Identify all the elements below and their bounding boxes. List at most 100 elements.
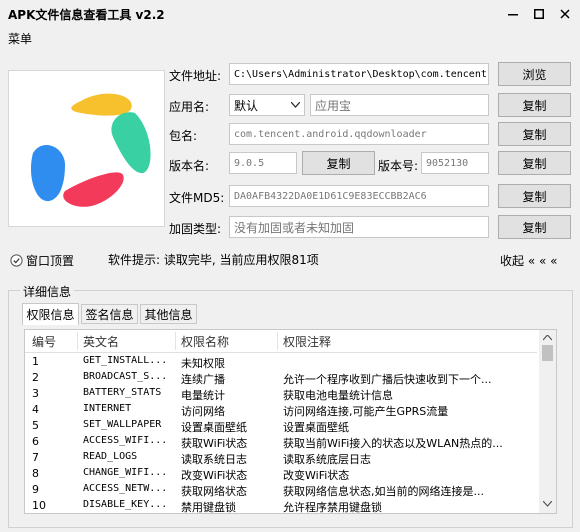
cell-english-name: DISABLE_KEY... bbox=[83, 499, 168, 510]
cell-note: 访问网络连接,可能产生GPRS流量 bbox=[283, 405, 449, 418]
cell-english-name: SET_WALLPAPER bbox=[83, 419, 162, 430]
table-row[interactable]: 4 INTERNET 访问网络 访问网络连接,可能产生GPRS流量 bbox=[25, 402, 537, 418]
browse-button[interactable]: 浏览 bbox=[498, 62, 571, 86]
file-path-label: 文件地址: bbox=[169, 69, 222, 83]
md5-field[interactable]: DA0AFB4322DA0E1D61C9E83ECCBB2AC6 bbox=[229, 185, 489, 207]
cell-id: 4 bbox=[32, 403, 39, 416]
protect-type-label: 加固类型: bbox=[169, 222, 222, 236]
cell-english-name: ACCESS_WIFI... bbox=[83, 435, 168, 446]
cell-note: 允许一个程序收到广播后快速收到下一个... bbox=[283, 373, 492, 386]
scroll-thumb[interactable] bbox=[542, 345, 553, 361]
table-row[interactable]: 7 READ_LOGS 读取系统日志 读取系统底层日志 bbox=[25, 450, 537, 466]
md5-label: 文件MD5: bbox=[169, 191, 225, 205]
cell-english-name: CHANGE_WIFI... bbox=[83, 467, 168, 478]
copy-version-name-button[interactable]: 复制 bbox=[302, 151, 375, 175]
close-button[interactable] bbox=[550, 2, 580, 26]
cell-permission-name: 连续广播 bbox=[181, 373, 225, 386]
version-name-field[interactable]: 9.0.5 bbox=[229, 152, 297, 174]
cell-note: 允许程序禁用键盘锁 bbox=[283, 501, 382, 514]
column-header-id[interactable]: 编号 bbox=[32, 333, 56, 350]
cell-english-name: INTERNET bbox=[83, 403, 132, 414]
copy-protect-button[interactable]: 复制 bbox=[498, 215, 571, 239]
table-row[interactable]: 2 BROADCAST_S... 连续广播 允许一个程序收到广播后快速收到下一个... bbox=[25, 370, 537, 386]
app-icon-frame bbox=[8, 70, 165, 227]
tab-signature[interactable]: 签名信息 bbox=[81, 304, 138, 324]
version-code-field[interactable]: 9052130 bbox=[421, 152, 489, 174]
app-name-label: 应用名: bbox=[169, 100, 210, 114]
cell-permission-name: 读取系统日志 bbox=[181, 453, 247, 466]
cell-id: 6 bbox=[32, 435, 39, 448]
permissions-table: 编号 英文名 权限名称 权限注释 1 GET_INSTALL... 未知权限 2 BRO… bbox=[24, 329, 557, 514]
cell-english-name: READ_LOGS bbox=[83, 451, 138, 462]
table-row[interactable]: 6 ACCESS_WIFI... 获取WiFi状态 获取当前WiFi接入的状态以及WL… bbox=[25, 434, 537, 450]
table-row[interactable]: 8 CHANGE_WIFI... 改变WiFi状态 改变WiFi状态 bbox=[25, 466, 537, 482]
cell-note: 获取当前WiFi接入的状态以及WLAN热点的... bbox=[283, 437, 503, 450]
cell-permission-name: 电量统计 bbox=[181, 389, 225, 402]
cell-english-name: BROADCAST_S... bbox=[83, 371, 168, 382]
cell-english-name: ACCESS_NETW... bbox=[83, 483, 168, 494]
cell-id: 10 bbox=[32, 499, 46, 512]
version-code-label: 版本号: bbox=[378, 159, 419, 173]
chevron-down-icon bbox=[291, 102, 300, 108]
cell-note: 设置桌面壁纸 bbox=[283, 421, 349, 434]
file-path-field[interactable]: C:\Users\Administrator\Desktop\com.tence… bbox=[229, 63, 489, 85]
status-hint: 软件提示: 读取完毕, 当前应用权限81项 bbox=[106, 249, 492, 269]
app-name-field[interactable]: 应用宝 bbox=[310, 94, 489, 116]
scroll-up-icon[interactable] bbox=[543, 335, 552, 341]
table-row[interactable]: 3 BATTERY_STATS 电量统计 获取电池电量统计信息 bbox=[25, 386, 537, 402]
cell-note: 改变WiFi状态 bbox=[283, 469, 350, 482]
table-row[interactable]: 9 ACCESS_NETW... 获取网络状态 获取网络信息状态,如当前的网络连接是.… bbox=[25, 482, 537, 498]
tab-permissions[interactable]: 权限信息 bbox=[22, 303, 79, 325]
cell-permission-name: 改变WiFi状态 bbox=[181, 469, 248, 482]
cell-note: 获取网络信息状态,如当前的网络连接是... bbox=[283, 485, 484, 498]
cell-note: 获取电池电量统计信息 bbox=[283, 389, 393, 402]
scroll-down-icon[interactable] bbox=[543, 501, 552, 507]
cell-permission-name: 设置桌面壁纸 bbox=[181, 421, 247, 434]
tab-other[interactable]: 其他信息 bbox=[140, 304, 197, 324]
copy-package-button[interactable]: 复制 bbox=[498, 122, 571, 146]
language-select-value: 默认 bbox=[234, 98, 259, 113]
cell-id: 1 bbox=[32, 355, 39, 368]
close-icon bbox=[560, 9, 570, 19]
cell-id: 2 bbox=[32, 371, 39, 384]
minimize-icon bbox=[508, 14, 518, 16]
cell-english-name: GET_INSTALL... bbox=[83, 355, 168, 366]
package-label: 包名: bbox=[169, 129, 198, 143]
cell-permission-name: 禁用键盘锁 bbox=[181, 501, 236, 514]
cell-permission-name: 获取网络状态 bbox=[181, 485, 247, 498]
cell-permission-name: 获取WiFi状态 bbox=[181, 437, 248, 450]
table-row[interactable]: 1 GET_INSTALL... 未知权限 bbox=[25, 354, 537, 370]
column-header-permission[interactable]: 权限名称 bbox=[181, 333, 229, 350]
pin-window-checkbox[interactable]: 窗口顶置 bbox=[10, 252, 74, 269]
cell-id: 8 bbox=[32, 467, 39, 480]
cell-id: 9 bbox=[32, 483, 39, 496]
column-header-note[interactable]: 权限注释 bbox=[283, 333, 331, 350]
cell-id: 5 bbox=[32, 419, 39, 432]
maximize-icon bbox=[534, 9, 544, 19]
table-row[interactable]: 5 SET_WALLPAPER 设置桌面壁纸 设置桌面壁纸 bbox=[25, 418, 537, 434]
details-group-label: 详细信息 bbox=[20, 283, 75, 300]
table-scrollbar[interactable] bbox=[539, 330, 556, 513]
pin-window-label: 窗口顶置 bbox=[26, 254, 75, 268]
window-title: APK文件信息查看工具 v2.2 bbox=[8, 8, 165, 22]
copy-version-code-button[interactable]: 复制 bbox=[498, 151, 571, 175]
table-header: 编号 英文名 权限名称 权限注释 bbox=[25, 330, 537, 353]
cell-note: 读取系统底层日志 bbox=[283, 453, 371, 466]
cell-id: 7 bbox=[32, 451, 39, 464]
cell-permission-name: 未知权限 bbox=[181, 357, 225, 370]
protect-type-field[interactable]: 没有加固或者未知加固 bbox=[229, 216, 489, 238]
column-header-name[interactable]: 英文名 bbox=[83, 333, 119, 350]
collapse-link[interactable]: 收起 « « « bbox=[500, 252, 557, 269]
language-select[interactable]: 默认 bbox=[229, 94, 305, 116]
copy-app-name-button[interactable]: 复制 bbox=[498, 93, 571, 117]
cell-english-name: BATTERY_STATS bbox=[83, 387, 162, 398]
cell-id: 3 bbox=[32, 387, 39, 400]
package-field[interactable]: com.tencent.android.qqdownloader bbox=[229, 123, 489, 145]
copy-md5-button[interactable]: 复制 bbox=[498, 184, 571, 208]
cell-permission-name: 访问网络 bbox=[181, 405, 225, 418]
version-name-label: 版本名: bbox=[169, 159, 210, 173]
table-row[interactable]: 10 DISABLE_KEY... 禁用键盘锁 允许程序禁用键盘锁 bbox=[25, 498, 537, 514]
check-circle-icon bbox=[10, 254, 23, 267]
app-logo-icon bbox=[30, 93, 151, 207]
menu-item[interactable]: 菜单 bbox=[8, 30, 32, 47]
